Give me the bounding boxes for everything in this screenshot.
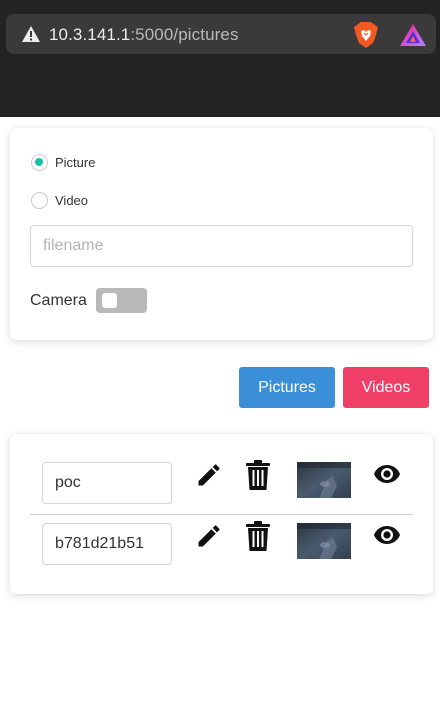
trash-icon[interactable]: [245, 520, 271, 552]
brave-rewards-icon[interactable]: [399, 23, 427, 47]
address-bar[interactable]: 10.3.141.1:5000/pictures: [6, 14, 436, 54]
camera-toggle-knob: [102, 293, 117, 308]
radio-video[interactable]: Video: [31, 192, 88, 209]
trash-icon[interactable]: [245, 459, 271, 491]
radio-video-button[interactable]: [31, 192, 48, 209]
radio-picture[interactable]: Picture: [31, 154, 95, 171]
capture-form-card: Picture Video Camera: [10, 128, 433, 340]
warning-triangle-icon[interactable]: [21, 25, 41, 43]
camera-toggle[interactable]: [96, 288, 147, 313]
camera-label: Camera: [30, 292, 87, 309]
url-text[interactable]: 10.3.141.1:5000/pictures: [49, 25, 239, 45]
pictures-button[interactable]: Pictures: [239, 367, 335, 408]
radio-video-label: Video: [55, 193, 89, 208]
file-list-card: [10, 434, 433, 594]
browser-toolbar: 10.3.141.1:5000/pictures: [0, 0, 440, 117]
file-name-input[interactable]: [42, 462, 172, 504]
url-host: 10.3.141.1: [49, 25, 131, 44]
file-row: [30, 514, 413, 572]
url-path: :5000/pictures: [130, 25, 239, 44]
picture-thumbnail[interactable]: [297, 523, 351, 559]
eye-icon[interactable]: [373, 524, 401, 546]
filename-input[interactable]: [30, 225, 413, 267]
pencil-icon[interactable]: [195, 522, 223, 550]
picture-thumbnail[interactable]: [297, 462, 351, 498]
radio-picture-button[interactable]: [31, 154, 48, 171]
eye-icon[interactable]: [373, 463, 401, 485]
pencil-icon[interactable]: [195, 461, 223, 489]
brave-lion-icon[interactable]: [353, 21, 379, 49]
radio-picture-label: Picture: [55, 155, 96, 170]
file-row: [30, 454, 413, 512]
file-name-input[interactable]: [42, 523, 172, 565]
videos-button[interactable]: Videos: [343, 367, 429, 408]
